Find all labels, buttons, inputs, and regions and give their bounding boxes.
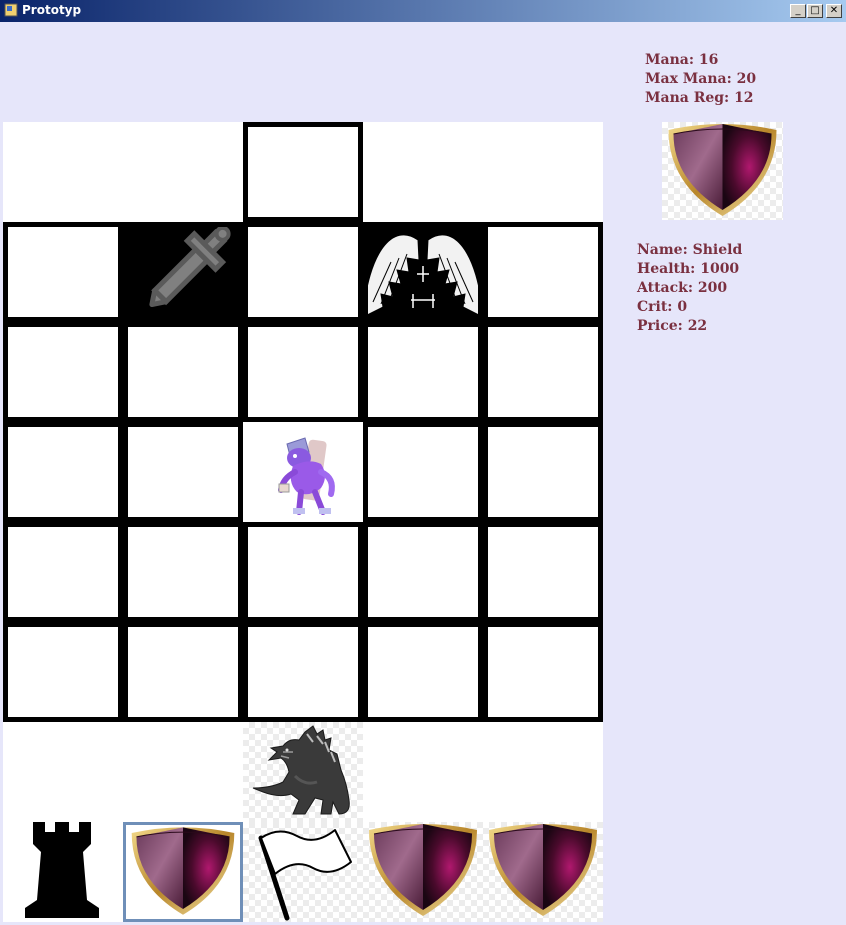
maximize-button[interactable]: □ [807, 4, 823, 18]
shield-icon [131, 826, 235, 916]
board-cell[interactable] [243, 422, 363, 522]
board-cell[interactable] [123, 322, 243, 422]
board-cell[interactable] [3, 522, 123, 622]
shield-icon [368, 823, 478, 917]
board-cell[interactable] [123, 422, 243, 522]
board-cell[interactable] [363, 222, 483, 322]
board-cell[interactable] [123, 222, 243, 322]
app-icon [4, 3, 18, 17]
white-flag-icon [258, 829, 352, 921]
max-mana-label: Max Mana: 20 [645, 71, 757, 87]
shield-icon [668, 123, 777, 217]
hero-slot[interactable] [243, 722, 363, 822]
hand-card-selected[interactable] [123, 822, 243, 922]
board-cell[interactable] [3, 222, 123, 322]
purple-zombie-sprite [278, 437, 335, 515]
board-cell[interactable] [483, 322, 603, 422]
shield-icon [488, 823, 598, 917]
hand-card[interactable] [3, 822, 123, 922]
board-cell[interactable] [363, 422, 483, 522]
board-cell[interactable] [243, 522, 363, 622]
board-cell[interactable] [243, 222, 363, 322]
hand-card[interactable] [363, 822, 483, 922]
board-cell[interactable] [123, 622, 243, 722]
card-health-label: Health: 1000 [637, 261, 740, 277]
rook-tower-icon [25, 822, 99, 918]
sword-icon [149, 227, 231, 308]
hand-card[interactable] [243, 822, 363, 922]
hand-card[interactable] [483, 822, 603, 922]
minimize-button[interactable]: _ [790, 4, 806, 18]
mana-label: Mana: 16 [645, 52, 719, 68]
board-cell[interactable] [363, 322, 483, 422]
selected-card-stats: Name: Shield Health: 1000 Attack: 200 Cr… [637, 241, 742, 336]
board-cell[interactable] [363, 522, 483, 622]
board-cell[interactable] [123, 522, 243, 622]
board-cell[interactable] [483, 222, 603, 322]
board-cell[interactable] [483, 622, 603, 722]
angel-wings-icon [368, 234, 478, 316]
close-button[interactable]: ✕ [826, 4, 842, 18]
board-cell[interactable] [483, 522, 603, 622]
board-cell[interactable] [3, 622, 123, 722]
card-price-label: Price: 22 [637, 318, 708, 334]
player-stats: Mana: 16 Max Mana: 20 Mana Reg: 12 [645, 51, 756, 108]
card-crit-label: Crit: 0 [637, 299, 688, 315]
card-name-label: Name: Shield [637, 242, 743, 258]
selected-card-preview [662, 122, 783, 220]
title-bar[interactable]: Prototyp _ □ ✕ [0, 0, 846, 22]
mana-reg-label: Mana Reg: 12 [645, 90, 754, 106]
board-cell[interactable] [363, 622, 483, 722]
godzilla-monster-sprite [252, 725, 350, 815]
board-cell[interactable] [3, 322, 123, 422]
board-cell[interactable] [243, 322, 363, 422]
board-cell[interactable] [243, 622, 363, 722]
window-title: Prototyp [22, 3, 82, 17]
board-cell-top[interactable] [243, 122, 363, 222]
card-attack-label: Attack: 200 [637, 280, 728, 296]
board-cell[interactable] [3, 422, 123, 522]
board-cell[interactable] [483, 422, 603, 522]
